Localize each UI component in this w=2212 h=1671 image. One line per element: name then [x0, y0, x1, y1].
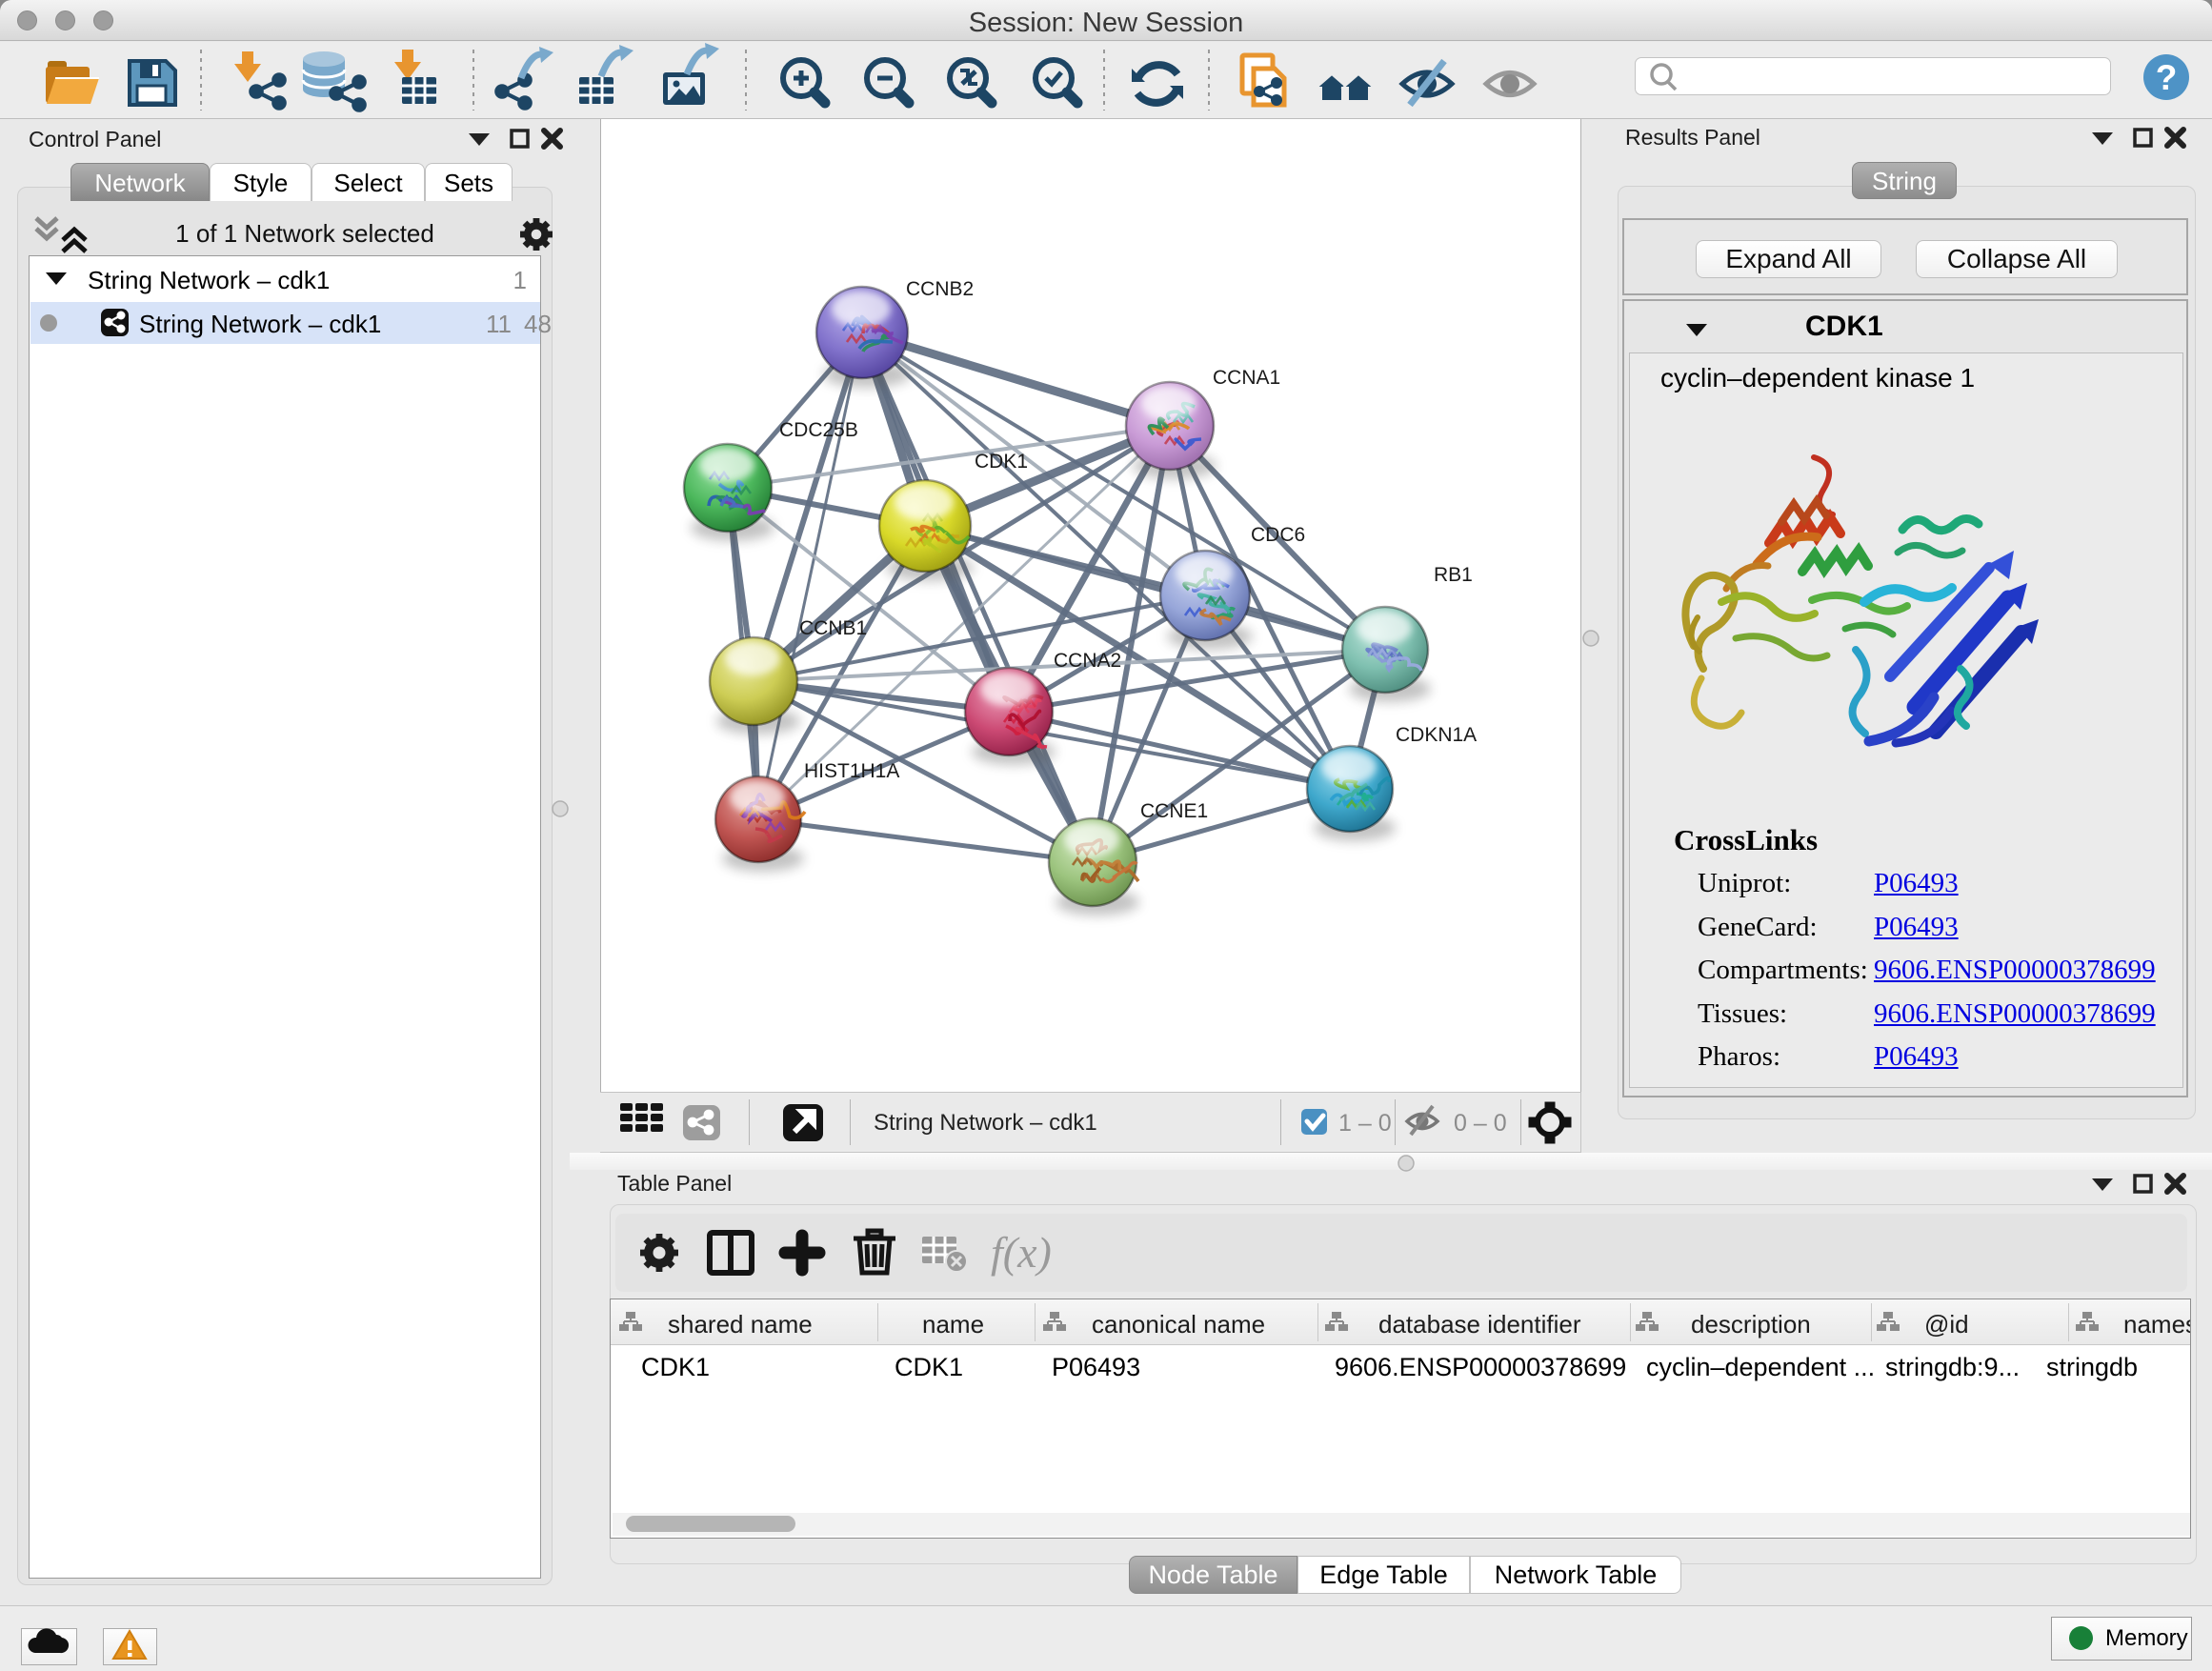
- svg-text:?: ?: [2156, 58, 2178, 97]
- svg-text:f(x): f(x): [991, 1228, 1052, 1277]
